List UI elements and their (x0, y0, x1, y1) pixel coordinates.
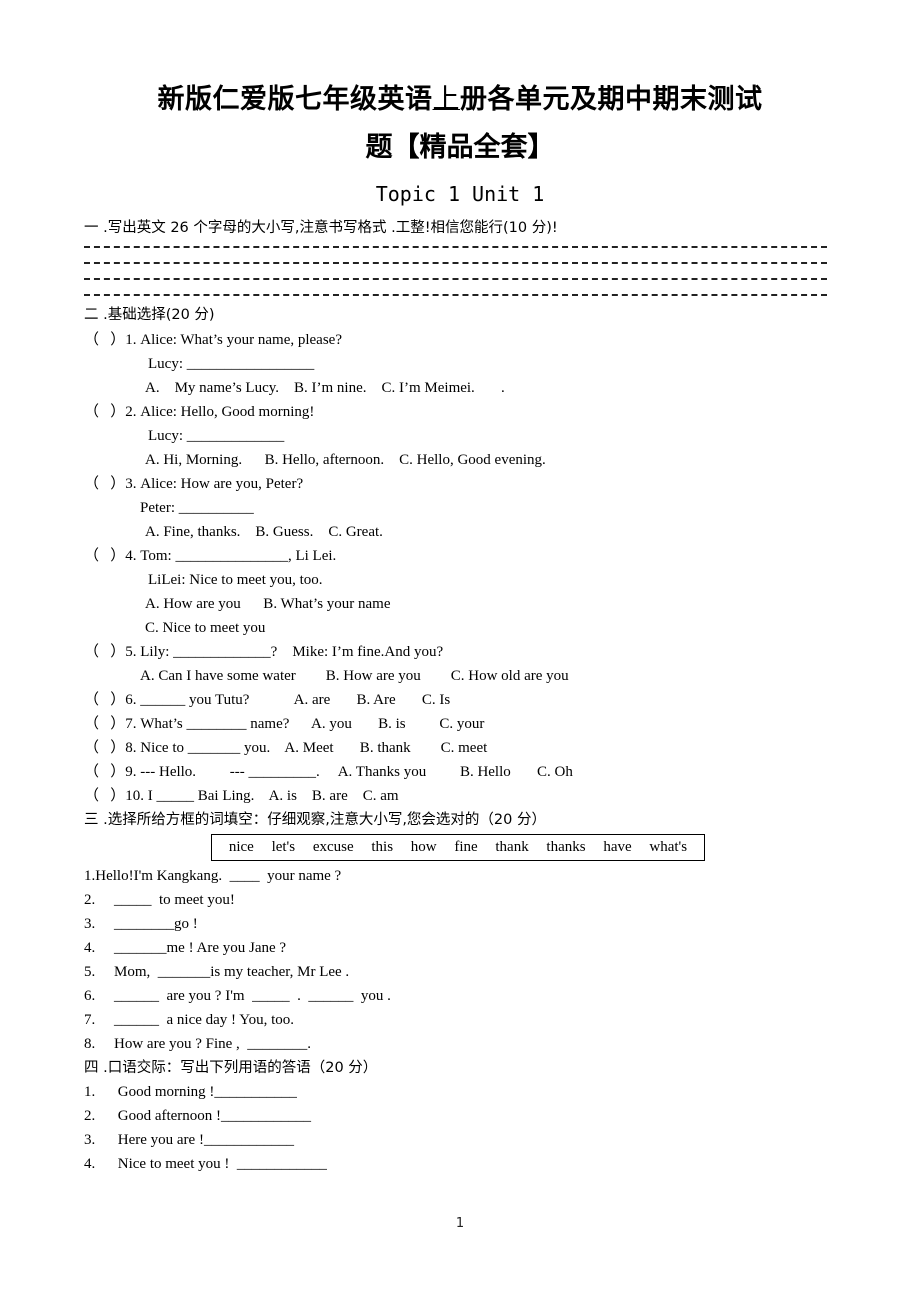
word-bank-item: what's (649, 839, 688, 855)
section1-heading: 一 .写出英文 26 个字母的大小写,注意书写格式 .工整!相信您能行(10 分… (84, 220, 558, 236)
question-line: Lucy: _____________ (148, 428, 285, 444)
writing-line-4 (84, 294, 827, 296)
title-underlined-char: 上 (432, 84, 460, 115)
word-bank-item: how (410, 839, 437, 855)
question-line: （ ）4. Tom: _______________, Li Lei. (84, 548, 337, 564)
document-page: 新版仁爱版七年级英语上册各单元及期中期末测试 题【精品全套】 Topic 1 U… (0, 0, 920, 1302)
question-line: Peter: __________ (140, 500, 254, 516)
title-part2: 册各单元及期中期末测试 (460, 84, 763, 115)
question-line: （ ）5. Lily: _____________? Mike: I’m fin… (84, 644, 444, 660)
question-line: （ ）6. ______ you Tutu? A. are B. Are C. … (84, 692, 451, 708)
word-bank-item: nice (228, 839, 254, 855)
page-number: 1 (455, 1216, 465, 1231)
question-line: （ ）10. I _____ Bai Ling. A. is B. are C.… (84, 788, 399, 804)
dialogue-item: 1. Good morning !___________ (84, 1084, 297, 1100)
document-title-line1: 新版仁爱版七年级英语上册各单元及期中期末测试 (0, 80, 920, 120)
word-bank-item: fine (454, 839, 478, 855)
dialogue-item: 3. Here you are !____________ (84, 1132, 294, 1148)
word-bank-item: thank (495, 839, 529, 855)
question-options: A. Can I have some water B. How are you … (140, 668, 569, 684)
word-bank-item: this (371, 839, 394, 855)
question-line: LiLei: Nice to meet you, too. (148, 572, 323, 588)
word-bank-box: nice let's excuse this how fine thank th… (211, 834, 705, 861)
title-part1: 新版仁爱版七年级英语 (157, 84, 433, 115)
fill-in-item: 3. ________go ! (84, 916, 198, 932)
question-line: （ ）8. Nice to _______ you. A. Meet B. th… (84, 740, 488, 756)
question-line: （ ）3. Alice: How are you, Peter? (84, 476, 304, 492)
question-line: （ ）1. Alice: What’s your name, please? (84, 332, 342, 348)
question-line: Lucy: _________________ (148, 356, 315, 372)
word-bank-item: excuse (312, 839, 354, 855)
section4-heading: 四 .口语交际：写出下列用语的答语（20 分） (84, 1060, 378, 1076)
word-bank-item: thanks (546, 839, 586, 855)
fill-in-item: 7. ______ a nice day ! You, too. (84, 1012, 294, 1028)
dialogue-item: 2. Good afternoon !____________ (84, 1108, 312, 1124)
question-options: A. How are you B. What’s your name (145, 596, 391, 612)
question-line: （ ）2. Alice: Hello, Good morning! (84, 404, 315, 420)
writing-line-3 (84, 278, 827, 280)
word-bank-item: have (603, 839, 632, 855)
question-line: （ ）9. --- Hello. --- _________. A. Thank… (84, 764, 573, 780)
fill-in-item: 6. ______ are you ? I'm _____ . ______ y… (84, 988, 391, 1004)
fill-in-item: 4. _______me ! Are you Jane ? (84, 940, 287, 956)
question-options: C. Nice to meet you (145, 620, 266, 636)
question-line: （ ）7. What’s ________ name? A. you B. is… (84, 716, 485, 732)
section2-heading: 二 .基础选择(20 分) (84, 307, 215, 323)
writing-line-1 (84, 246, 827, 248)
fill-in-item: 2. _____ to meet you! (84, 892, 235, 908)
fill-in-item: 1.Hello!I'm Kangkang. ____ your name ? (84, 868, 342, 884)
word-bank-item: let's (271, 839, 296, 855)
question-options: A. My name’s Lucy. B. I’m nine. C. I’m M… (145, 380, 505, 396)
fill-in-item: 8. How are you ? Fine , ________. (84, 1036, 312, 1052)
writing-line-2 (84, 262, 827, 264)
dialogue-item: 4. Nice to meet you ! ____________ (84, 1156, 327, 1172)
section3-heading: 三 .选择所给方框的词填空：仔细观察,注意大小写,您会选对的（20 分） (84, 812, 546, 828)
document-title-line2: 题【精品全套】 (365, 132, 555, 163)
document-subtitle: Topic 1 Unit 1 (375, 182, 545, 206)
fill-in-item: 5. Mom, _______is my teacher, Mr Lee . (84, 964, 350, 980)
question-options: A. Fine, thanks. B. Guess. C. Great. (145, 524, 383, 540)
question-options: A. Hi, Morning. B. Hello, afternoon. C. … (145, 452, 546, 468)
